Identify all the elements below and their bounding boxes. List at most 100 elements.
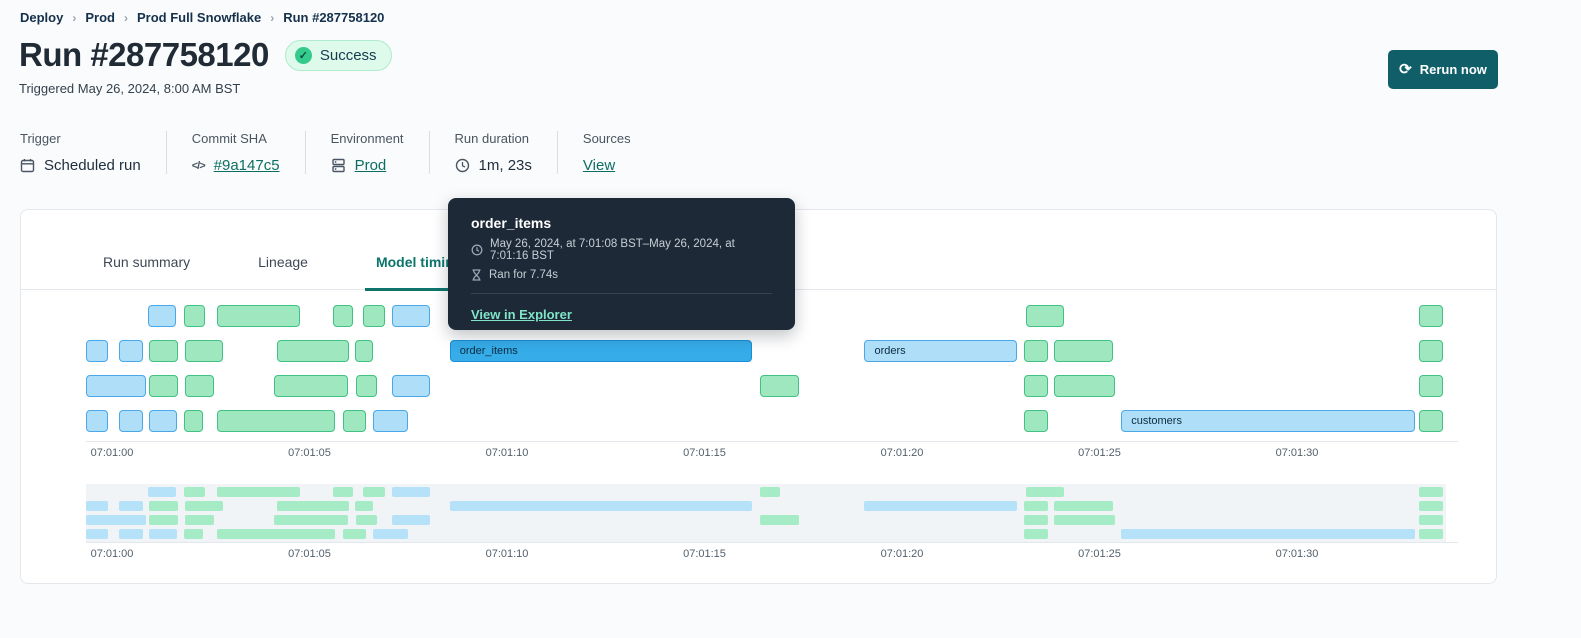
status-badge: ✓ Success: [284, 39, 392, 71]
gantt-bar[interactable]: [1054, 340, 1114, 362]
mini-gantt-bar: [148, 529, 178, 539]
meta-environment: Environment Prod: [304, 131, 429, 174]
gantt-bar[interactable]: [277, 340, 349, 362]
meta-sources: Sources View: [556, 131, 656, 174]
gantt-bar[interactable]: [185, 375, 214, 397]
gantt-bar[interactable]: [392, 375, 430, 397]
mini-gantt-bar: [1419, 501, 1444, 511]
run-meta-row: Trigger Scheduled run Commit SHA </> #9a…: [20, 131, 656, 174]
gantt-bar[interactable]: [1054, 375, 1116, 397]
gantt-bar[interactable]: [184, 305, 205, 327]
gantt-bar[interactable]: [392, 305, 430, 327]
rerun-now-button[interactable]: ⟳ Rerun now: [1388, 50, 1498, 89]
gantt-bar-orders[interactable]: orders: [864, 340, 1017, 362]
gantt-bar[interactable]: [356, 375, 378, 397]
mini-gantt-bar: [148, 515, 179, 525]
gantt-bar[interactable]: [1026, 305, 1064, 327]
gantt-bar-label: order_items: [459, 345, 518, 357]
mini-gantt-bar: [1024, 501, 1049, 511]
mini-gantt-bar: [184, 529, 203, 539]
gantt-bar[interactable]: [343, 410, 366, 432]
gantt-bar[interactable]: [362, 305, 385, 327]
trigger-value: Scheduled run: [44, 157, 141, 174]
mini-gantt-bar: [1419, 515, 1444, 525]
gantt-mini-axis-line: [86, 542, 1458, 543]
axis-tick-label: 07:01:30: [1275, 447, 1319, 459]
axis-tick-label: 07:01:15: [683, 548, 726, 560]
mini-gantt-bar: [1024, 529, 1049, 539]
gantt-bar[interactable]: [184, 410, 203, 432]
mini-gantt-bar: [119, 501, 143, 511]
mini-gantt-bar: [759, 487, 780, 497]
gantt-bar[interactable]: [86, 340, 109, 362]
tooltip-time-range: May 26, 2024, at 7:01:08 BST–May 26, 202…: [490, 238, 735, 262]
mini-gantt-bar: [1419, 487, 1444, 497]
mini-gantt-bar: [216, 487, 300, 497]
gantt-bar[interactable]: [86, 375, 146, 397]
gantt-bar[interactable]: [1419, 340, 1444, 362]
breadcrumb-job[interactable]: Prod Full Snowflake: [137, 10, 261, 25]
axis-tick-label: 07:01:05: [288, 548, 331, 560]
calendar-icon: [20, 158, 35, 173]
gantt-bar[interactable]: [119, 340, 143, 362]
gantt-bar[interactable]: [119, 410, 143, 432]
mini-gantt-bar: [86, 515, 146, 525]
gantt-bar[interactable]: [148, 340, 179, 362]
tooltip-duration: Ran for 7.74s: [489, 269, 559, 281]
gantt-bar-label: customers: [1131, 415, 1182, 427]
mini-gantt-bar: [185, 501, 224, 511]
mini-gantt-bar: [1054, 501, 1114, 511]
axis-tick-label: 07:01:25: [1078, 548, 1121, 560]
clock-icon: [455, 158, 470, 173]
gantt-bar[interactable]: [1024, 340, 1049, 362]
meta-sources-label: Sources: [582, 131, 631, 146]
axis-tick-label: 07:01:05: [288, 447, 331, 459]
gantt-bar[interactable]: [759, 375, 800, 397]
gantt-bar[interactable]: [1419, 305, 1444, 327]
mini-gantt-bar: [184, 487, 205, 497]
gantt-bar[interactable]: [147, 305, 176, 327]
gantt-bar[interactable]: [1024, 410, 1049, 432]
breadcrumb-deploy[interactable]: Deploy: [20, 10, 63, 25]
mini-gantt-bar: [372, 529, 409, 539]
gantt-bar[interactable]: [216, 410, 336, 432]
mini-gantt-bar: [148, 501, 179, 511]
gantt-bar[interactable]: [86, 410, 109, 432]
mini-gantt-bar: [1054, 515, 1116, 525]
mini-gantt-bar: [147, 487, 176, 497]
meta-duration-label: Run duration: [454, 131, 529, 146]
hourglass-icon: [471, 269, 482, 281]
gantt-bar[interactable]: [216, 305, 300, 327]
gantt-bar[interactable]: [273, 375, 348, 397]
success-check-icon: ✓: [294, 46, 312, 64]
gantt-bar[interactable]: [1419, 375, 1444, 397]
breadcrumb-current-run: Run #287758120: [283, 10, 385, 25]
meta-environment-label: Environment: [330, 131, 404, 146]
gantt-bar[interactable]: [148, 410, 178, 432]
gantt-bar[interactable]: [1024, 375, 1049, 397]
mini-gantt-bar: [273, 515, 348, 525]
meta-commit-label: Commit SHA: [191, 131, 267, 146]
gantt-bar[interactable]: [185, 340, 224, 362]
run-detail-page: Deploy › Prod › Prod Full Snowflake › Ru…: [0, 0, 1581, 638]
breadcrumb-prod[interactable]: Prod: [85, 10, 115, 25]
gantt-axis-line: [86, 441, 1458, 442]
gantt-bar[interactable]: [372, 410, 409, 432]
clock-icon: [471, 244, 483, 256]
gantt-bar[interactable]: [354, 340, 373, 362]
gantt-bar[interactable]: [1419, 410, 1444, 432]
view-in-explorer-link[interactable]: View in Explorer: [471, 307, 572, 322]
environment-link[interactable]: Prod: [355, 157, 387, 174]
mini-gantt-bar: [86, 529, 109, 539]
duration-value: 1m, 23s: [478, 157, 532, 174]
status-badge-label: Success: [319, 46, 377, 64]
sources-view-link[interactable]: View: [583, 157, 615, 174]
mini-gantt-bar: [864, 501, 1017, 511]
gantt-bar-customers[interactable]: customers: [1121, 410, 1416, 432]
gantt-bar[interactable]: [333, 305, 353, 327]
rerun-button-label: Rerun now: [1419, 62, 1487, 77]
gantt-bar[interactable]: [148, 375, 179, 397]
commit-sha-link[interactable]: #9a147c5: [214, 157, 280, 174]
gantt-bar-order_items[interactable]: order_items: [449, 340, 752, 362]
mini-gantt-bar: [1026, 487, 1064, 497]
